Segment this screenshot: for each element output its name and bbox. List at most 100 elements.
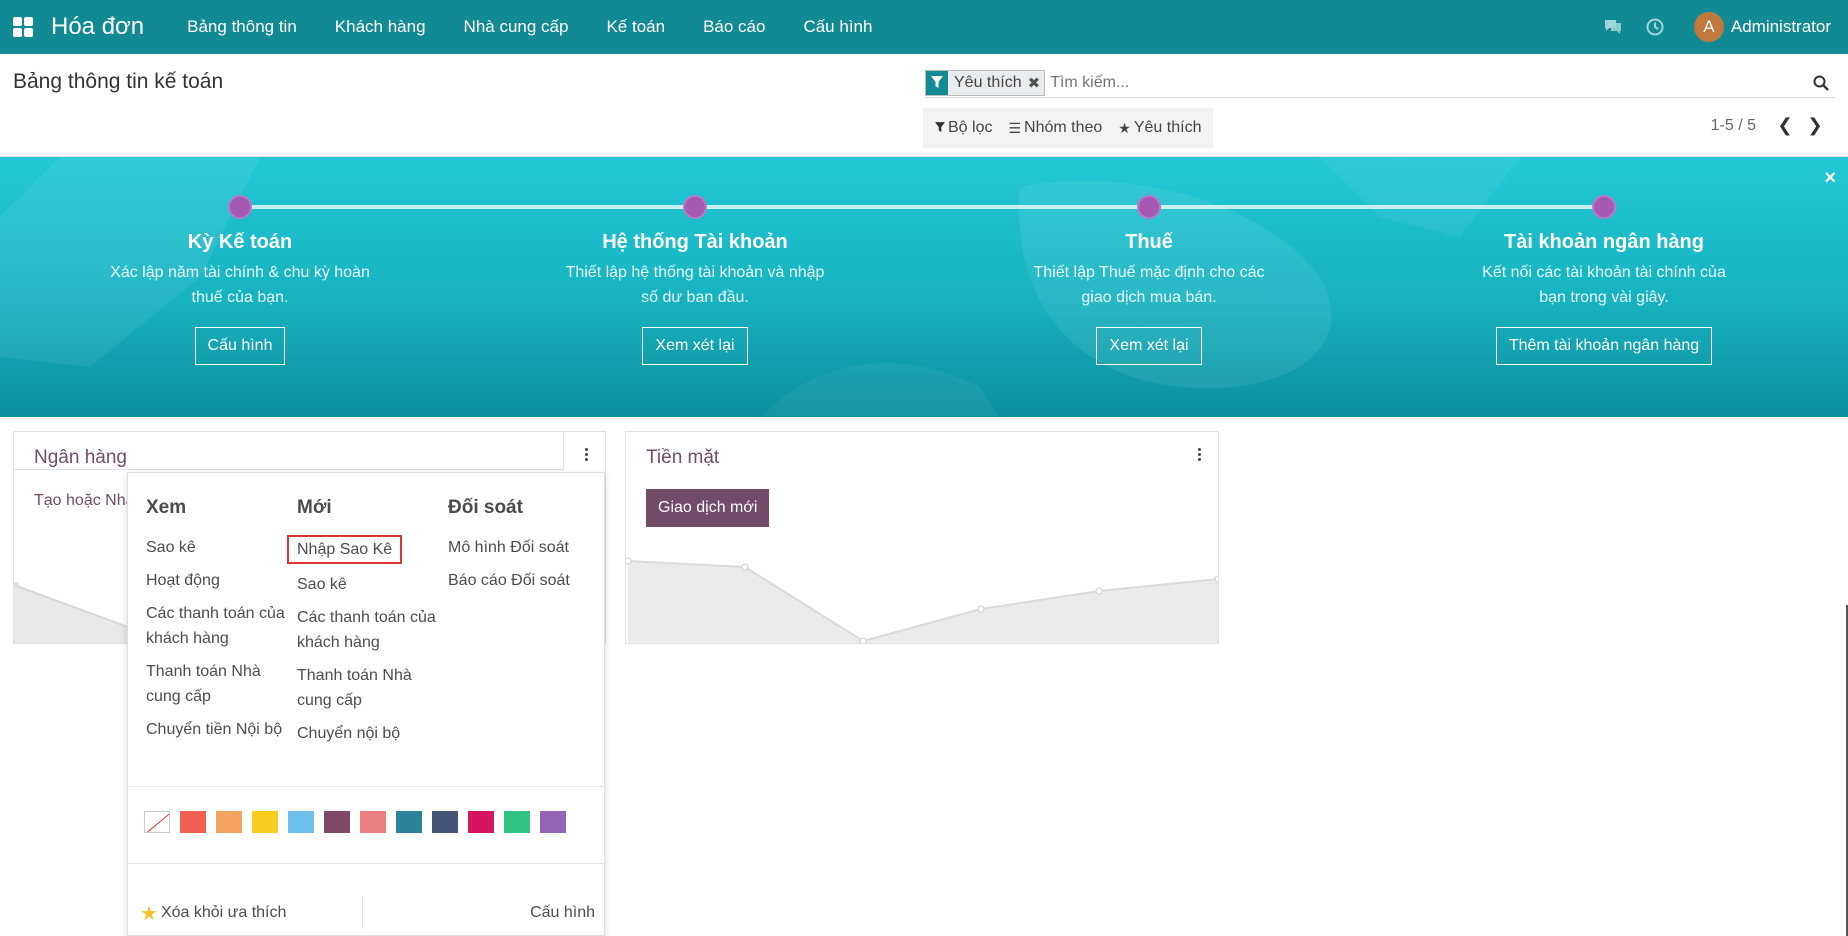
card-configure-link[interactable]: Cấu hình [530,904,595,922]
color-swatch-2[interactable] [216,811,242,833]
apps-menu-icon[interactable] [13,17,33,37]
new-internal-transfer[interactable]: Chuyển nội bộ [297,721,437,746]
favorites-label: Yêu thích [1133,119,1202,136]
activity-clock-icon[interactable] [1644,16,1666,38]
step-taxes: Thuế Thiết lập Thuế mặc định cho các gia… [999,195,1299,365]
view-customer-payments[interactable]: Các thanh toán của khách hàng [146,601,286,651]
user-menu[interactable]: Administrator [1731,17,1831,37]
banner-close-icon[interactable]: × [1824,167,1836,190]
pager-previous-icon[interactable]: ❮ [1770,115,1800,136]
favorites-button[interactable]: ★ Yêu thích [1110,119,1209,137]
remove-favorite-button[interactable]: ★ Xóa khỏi ưa thích [140,901,362,926]
card-dropdown-menu: Xem Sao kê Hoạt động Các thanh toán của … [127,472,606,936]
dropdown-separator [128,786,606,787]
page-title: Bảng thông tin kế toán [13,70,224,93]
new-header: Mới [297,497,332,518]
step-bank-account: Tài khoản ngân hàng Kết nối các tài khoả… [1454,195,1754,365]
new-statement[interactable]: Sao kê [297,572,437,597]
onboarding-banner: × Kỳ Kế toán Xác lập năm tài chính & chu… [0,157,1848,417]
new-transaction-button[interactable]: Giao dịch mới [646,489,770,527]
menu-vendors[interactable]: Nhà cung cấp [445,17,588,37]
app-brand[interactable]: Hóa đơn [51,13,144,41]
step-review-button[interactable]: Xem xét lại [642,327,748,365]
color-swatch-3[interactable] [252,811,278,833]
new-customer-payment[interactable]: Các thanh toán của khách hàng [297,605,437,655]
step-dot [1137,195,1161,219]
step-title: Kỳ Kế toán [187,231,293,253]
dropdown-new-column: Mới Nhập Sao Kê Sao kê Các thanh toán củ… [287,497,437,754]
pager-next-icon[interactable]: ❯ [1800,115,1830,136]
dropdown-view-column: Xem Sao kê Hoạt động Các thanh toán của … [146,497,286,750]
search-bar: Yêu thích ✖ [925,68,1835,98]
menu-reports[interactable]: Báo cáo [684,17,784,37]
step-description: Xác lập năm tài chính & chu kỳ hoàn thuế… [110,264,370,306]
step-fiscal-year: Kỳ Kế toán Xác lập năm tài chính & chu k… [90,195,390,365]
view-header: Xem [146,497,187,518]
color-swatch-5[interactable] [324,811,350,833]
control-panel: Bảng thông tin kế toán Yêu thích ✖ Bộ lọ… [0,54,1848,157]
step-description: Kết nối các tài khoản tài chính của bạn … [1482,264,1726,306]
filter-button[interactable]: Bộ lọc [927,119,1000,137]
pager: 1-5 / 5 ❮ ❯ [1711,115,1830,136]
step-dot [228,195,252,219]
card-title[interactable]: Ngân hàng [34,447,127,469]
progress-line [240,205,1602,209]
dropdown-footer: ★ Xóa khỏi ưa thích Cấu hình [128,891,606,935]
card-menu-icon[interactable] [1191,442,1207,466]
view-vendor-payments[interactable]: Thanh toán Nhà cung cấp [146,659,286,709]
search-input[interactable] [1050,73,1807,92]
step-title: Hệ thống Tài khoản [602,231,788,253]
reconciliation-report[interactable]: Báo cáo Đối soát [448,568,598,593]
avatar[interactable]: A [1693,12,1724,42]
top-navbar: Hóa đơn Bảng thông tin Khách hàng Nhà cu… [0,0,1848,54]
list-icon: ☰ [1008,119,1022,136]
color-swatch-10[interactable] [504,811,530,833]
remove-favorite-label: Xóa khỏi ưa thích [160,904,287,921]
chat-icon[interactable] [1602,16,1624,38]
color-picker [144,811,576,833]
color-swatch-4[interactable] [288,811,314,833]
reconcile-header: Đối soát [448,497,523,518]
cash-journal-card: Tiền mặt Giao dịch mới [625,431,1219,644]
filter-icon [935,120,945,136]
color-swatch-11[interactable] [540,811,566,833]
color-swatch-1[interactable] [180,811,206,833]
new-vendor-payment[interactable]: Thanh toán Nhà cung cấp [297,663,437,713]
color-swatch-9[interactable] [468,811,494,833]
view-statements[interactable]: Sao kê [146,535,286,560]
card-title[interactable]: Tiền mặt [646,447,719,469]
view-operations[interactable]: Hoạt động [146,568,286,593]
menu-accounting[interactable]: Kế toán [587,17,684,37]
step-configure-button[interactable]: Cấu hình [194,327,286,365]
group-by-label: Nhóm theo [1024,119,1103,136]
navbar-systray: A Administrator [1602,0,1848,54]
search-icon[interactable] [1807,69,1835,97]
color-swatch-7[interactable] [396,811,422,833]
search-options: Bộ lọc ☰ Nhóm theo ★ Yêu thích [923,108,1214,148]
add-bank-account-button[interactable]: Thêm tài khoản ngân hàng [1495,327,1713,365]
filter-icon [926,70,948,95]
card-menu-icon[interactable] [578,442,594,466]
dropdown-reconcile-column: Đối soát Mô hình Đối soát Báo cáo Đối so… [448,497,598,601]
facet-remove-icon[interactable]: ✖ [1026,71,1045,95]
pager-value[interactable]: 1-5 / 5 [1711,117,1756,135]
star-icon: ★ [140,902,158,925]
cash-graph [626,557,1218,643]
color-swatch-none[interactable] [144,811,170,833]
menu-dashboard[interactable]: Bảng thông tin [168,17,316,37]
view-internal-transfers[interactable]: Chuyển tiền Nội bộ [146,717,286,742]
color-swatch-8[interactable] [432,811,458,833]
filter-label: Bộ lọc [948,119,993,136]
step-title: Thuế [1125,231,1173,253]
step-review-taxes-button[interactable]: Xem xét lại [1096,327,1202,365]
menu-customers[interactable]: Khách hàng [316,17,445,37]
reconciliation-models[interactable]: Mô hình Đối soát [448,535,598,560]
step-description: Thiết lập Thuế mặc định cho các giao dịc… [1033,264,1265,306]
import-statement-item[interactable]: Nhập Sao Kê [287,535,403,564]
step-dot [683,195,707,219]
step-title: Tài khoản ngân hàng [1503,231,1704,253]
menu-configuration[interactable]: Cấu hình [784,17,891,37]
color-swatch-6[interactable] [360,811,386,833]
search-facet-favorite: Yêu thích ✖ [925,69,1046,96]
group-by-button[interactable]: ☰ Nhóm theo [1000,119,1110,137]
